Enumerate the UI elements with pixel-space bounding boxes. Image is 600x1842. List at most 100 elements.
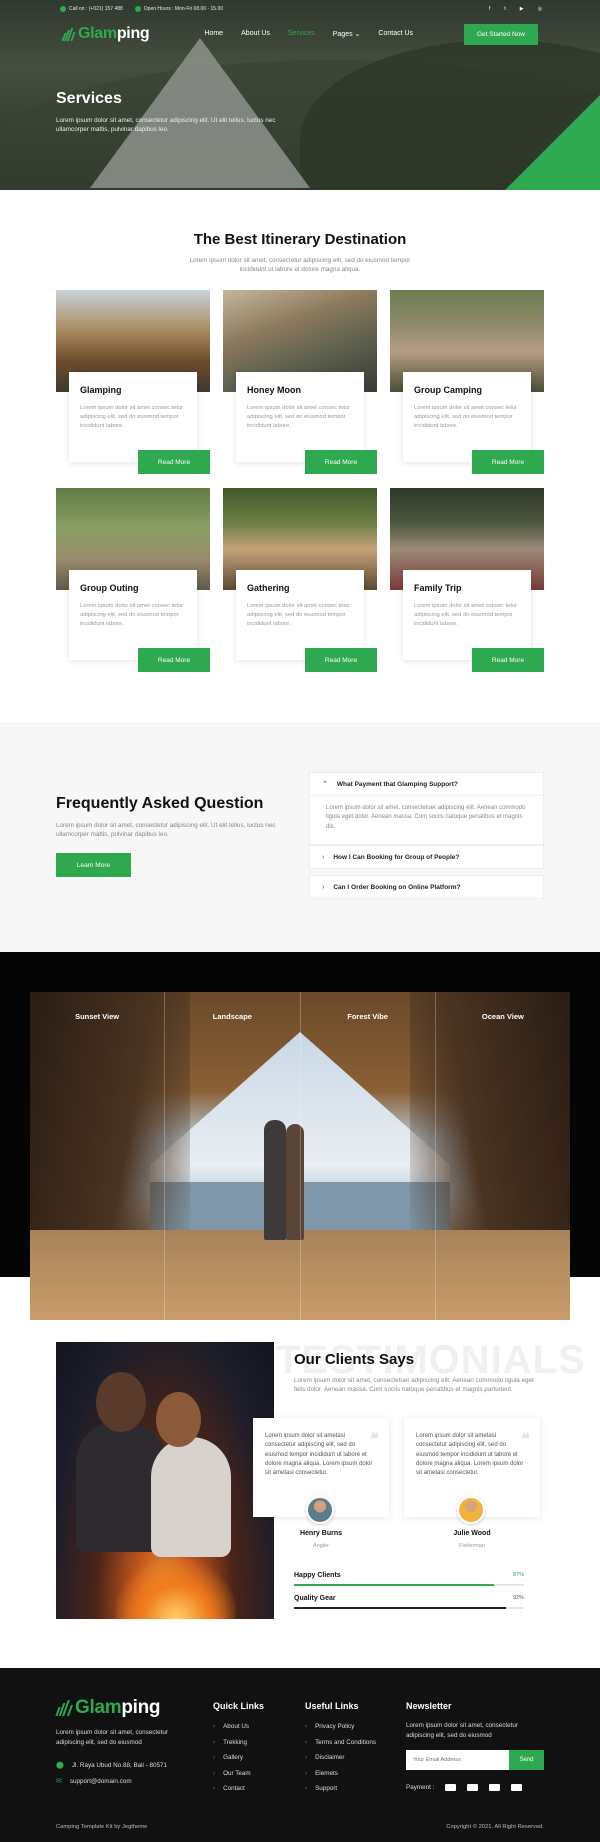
gallery-tab-ocean[interactable]: Ocean View <box>436 992 570 1320</box>
read-more-button[interactable]: Read More <box>138 450 210 474</box>
card-title: Honey Moon <box>247 385 301 395</box>
nav-home[interactable]: Home <box>204 30 223 38</box>
get-started-button[interactable]: Get Started Now <box>463 23 538 45</box>
footer-logo[interactable]: Glamping <box>55 1697 161 1719</box>
faq-question-1[interactable]: ⌃ What Payment that Glamping Support? <box>310 773 543 795</box>
quote-icon: ❝ <box>521 1431 530 1448</box>
call-info: Call on : (+021) 157 488 <box>60 6 123 12</box>
faq-question-text: How I Can Booking for Group of People? <box>333 853 460 861</box>
learn-more-button[interactable]: Learn More <box>56 853 131 877</box>
card-title: Family Trip <box>414 583 462 593</box>
logo[interactable]: Glamping <box>61 25 150 43</box>
facebook-icon[interactable]: f <box>489 6 490 12</box>
chevron-right-icon: › <box>305 1738 308 1746</box>
footer-link[interactable]: › Privacy Policy <box>305 1719 376 1735</box>
card-title: Glamping <box>80 385 122 395</box>
skill-bar <box>294 1607 506 1609</box>
link-label: Trekking <box>223 1738 248 1746</box>
chevron-right-icon: › <box>305 1754 308 1762</box>
card-text: Lorem ipsum dolor sit amet consec tetur … <box>414 405 518 429</box>
logo-text-part1: Glam <box>78 25 117 42</box>
card-icon <box>511 1784 523 1791</box>
avatar <box>457 1496 485 1524</box>
instagram-icon[interactable]: ◎ <box>538 6 542 12</box>
read-more-button[interactable]: Read More <box>138 648 210 672</box>
faq-item-open: ⌃ What Payment that Glamping Support? Lor… <box>309 772 544 845</box>
footer-link[interactable]: › Gallery <box>213 1750 251 1766</box>
testimonial-text: Lorem ipsum dolor sit ametasi consectetu… <box>416 1433 524 1477</box>
card-text: Lorem ipsum dolor sit amet consec tetur … <box>80 603 184 627</box>
testimonial-photo <box>56 1342 274 1619</box>
footer-link[interactable]: › Contact <box>213 1781 251 1797</box>
newsletter-title: Newsletter <box>406 1701 452 1711</box>
payment-methods: Payment : <box>406 1784 523 1791</box>
read-more-button[interactable]: Read More <box>472 648 544 672</box>
social-links: f t ▶ ◎ <box>489 6 542 12</box>
card-title: Group Camping <box>414 385 482 395</box>
hero-subtitle: Lorem ipsum dolor sit amet, consectetur … <box>56 117 276 134</box>
chevron-right-icon: › <box>305 1785 308 1793</box>
newsletter-email-input[interactable] <box>406 1750 509 1770</box>
gallery-tab-forest[interactable]: Forest Vibe <box>301 992 436 1320</box>
nav-services[interactable]: Services <box>288 30 315 38</box>
nav-contact[interactable]: Contact Us <box>378 30 413 38</box>
twitter-icon[interactable]: t <box>504 6 505 12</box>
newsletter-description: Lorem ipsum dolor sit amet, consectetur … <box>406 1722 518 1739</box>
footer-link[interactable]: › About Us <box>213 1719 251 1735</box>
photo-figure <box>151 1437 231 1557</box>
link-label: Disclaimer <box>315 1754 345 1762</box>
card-title: Group Outing <box>80 583 139 593</box>
nav-pages[interactable]: Pages ⌄ <box>333 30 361 38</box>
useful-links-title: Useful Links <box>305 1701 359 1711</box>
chevron-right-icon: › <box>305 1769 308 1777</box>
read-more-button[interactable]: Read More <box>305 450 377 474</box>
quick-links-title: Quick Links <box>213 1701 265 1711</box>
link-label: Our Team <box>223 1769 251 1777</box>
card-body: Group Camping Lorem ipsum dolor sit amet … <box>403 372 531 462</box>
footer: Glamping Lorem ipsum dolor sit amet, con… <box>0 1668 600 1842</box>
email-text: support@domain.com <box>69 1777 132 1785</box>
footer-link[interactable]: › Support <box>305 1781 376 1797</box>
testimonials-title: Our Clients Says <box>294 1351 415 1368</box>
footer-link[interactable]: › Disclaimer <box>305 1750 376 1766</box>
testimonial-text: Lorem ipsum dolor sit ametasi consectetu… <box>265 1433 373 1477</box>
card-text: Lorem ipsum dolor sit amet consec tetur … <box>247 603 351 627</box>
youtube-icon[interactable]: ▶ <box>520 6 524 12</box>
chevron-right-icon: › <box>213 1723 216 1731</box>
footer-link[interactable]: › Trekking <box>213 1735 251 1751</box>
nav-about[interactable]: About Us <box>241 30 270 38</box>
logo-icon <box>55 1700 74 1716</box>
logo-text-part2: ping <box>116 25 150 42</box>
read-more-button[interactable]: Read More <box>305 648 377 672</box>
gallery-tab-sunset[interactable]: Sunset View <box>30 992 166 1320</box>
chevron-up-icon: ⌃ <box>322 781 328 788</box>
link-label: Privacy Policy <box>315 1723 355 1731</box>
faq-item-2[interactable]: › How I Can Booking for Group of People? <box>309 845 544 869</box>
footer-link[interactable]: › Our Team <box>213 1766 251 1782</box>
chevron-right-icon: › <box>213 1769 216 1777</box>
phone-icon <box>60 6 66 12</box>
skill-percent: 87% <box>512 1572 524 1578</box>
nav-pages-label: Pages <box>332 31 353 38</box>
itinerary-cards: Glamping Lorem ipsum dolor sit amet conse… <box>56 290 544 686</box>
gallery-tab-label: Ocean View <box>481 1012 524 1021</box>
gallery-tab-landscape[interactable]: Landscape <box>165 992 301 1320</box>
chevron-right-icon: › <box>322 853 325 861</box>
faq-item-3[interactable]: › Can I Order Booking on Online Platform? <box>309 875 544 899</box>
footer-email[interactable]: ✉ support@domain.com <box>56 1777 132 1786</box>
gallery-image: Sunset View Landscape Forest Vibe Ocean … <box>30 992 570 1320</box>
faq-question-text: Can I Order Booking on Online Platform? <box>333 883 461 891</box>
link-label: Contact <box>223 1785 245 1793</box>
reviewer-role: Angler <box>313 1543 329 1549</box>
read-more-button[interactable]: Read More <box>472 450 544 474</box>
card-body: Family Trip Lorem ipsum dolor sit amet co… <box>403 570 531 660</box>
card-body: Glamping Lorem ipsum dolor sit amet conse… <box>69 372 197 462</box>
footer-link[interactable]: › Terms and Conditions <box>305 1735 376 1751</box>
newsletter-send-button[interactable]: Send <box>509 1750 544 1770</box>
location-icon: ⬤ <box>56 1762 64 1769</box>
card-group-camping: Group Camping Lorem ipsum dolor sit amet … <box>390 290 544 488</box>
logo-text-part1: Glam <box>75 1697 122 1718</box>
itinerary-subtitle: Lorem ipsum dolor sit amet, consectetur … <box>189 257 411 274</box>
nav-menu: Home About Us Services Pages ⌄ Contact U… <box>204 30 413 38</box>
footer-link[interactable]: › Elemets <box>305 1766 376 1782</box>
